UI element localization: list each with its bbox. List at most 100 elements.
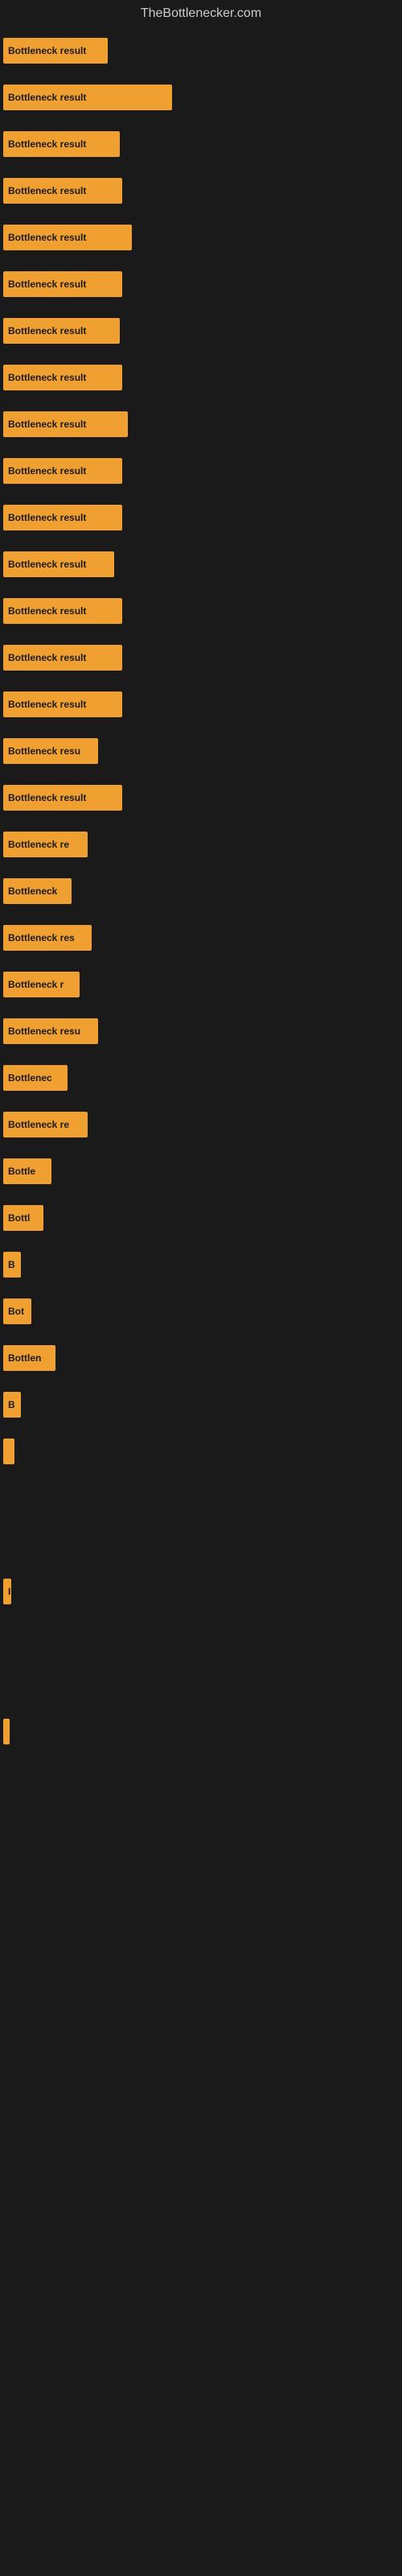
bottleneck-bar[interactable]: B: [3, 1252, 21, 1278]
bar-row: Bottleneck result: [0, 308, 402, 354]
bar-label: Bottleneck result: [8, 232, 86, 243]
bottleneck-bar[interactable]: Bottleneck re: [3, 1112, 88, 1137]
bar-row: Bottleneck result: [0, 681, 402, 728]
bottleneck-bar[interactable]: Bottlenec: [3, 1065, 68, 1091]
bottleneck-bar[interactable]: Bottle: [3, 1158, 51, 1184]
bar-row: Bottleneck result: [0, 214, 402, 261]
bar-row: Bottlenec: [0, 1055, 402, 1101]
bar-row: [0, 1475, 402, 1521]
bar-label: Bottleneck result: [8, 279, 86, 290]
bottleneck-bar[interactable]: Bottleneck result: [3, 785, 122, 811]
bar-row: B: [0, 1381, 402, 1428]
bar-label: Bottlenec: [8, 1072, 52, 1084]
bar-row: Bottleneck result: [0, 494, 402, 541]
bottleneck-bar[interactable]: Bottleneck result: [3, 318, 120, 344]
bar-row: [0, 1708, 402, 1755]
bar-row: Bottleneck result: [0, 448, 402, 494]
bottleneck-bar[interactable]: [3, 1439, 14, 1464]
bottleneck-bar[interactable]: Bottleneck result: [3, 365, 122, 390]
bar-row: Bottlen: [0, 1335, 402, 1381]
bar-label: Bottleneck res: [8, 932, 75, 943]
bar-label: Bottleneck result: [8, 465, 86, 477]
bottleneck-bar[interactable]: Bottleneck result: [3, 458, 122, 484]
bar-label: Bottleneck result: [8, 605, 86, 617]
bar-label: Bottleneck result: [8, 792, 86, 803]
bar-row: Bottleneck re: [0, 821, 402, 868]
bottleneck-bar[interactable]: Bottleneck r: [3, 972, 80, 997]
bar-row: Bottleneck result: [0, 774, 402, 821]
bottleneck-bar[interactable]: Bottleneck result: [3, 598, 122, 624]
bar-row: Bottleneck result: [0, 634, 402, 681]
bar-label: Bottleneck resu: [8, 745, 80, 757]
bottleneck-bar[interactable]: Bottleneck res: [3, 925, 92, 951]
bar-row: Bottleneck result: [0, 261, 402, 308]
bar-row: Bottleneck result: [0, 541, 402, 588]
bar-label: Bottleneck result: [8, 699, 86, 710]
bar-label: Bottleneck result: [8, 45, 86, 56]
bottleneck-bar[interactable]: Bottleneck result: [3, 645, 122, 671]
bottleneck-bar[interactable]: Bottleneck resu: [3, 1018, 98, 1044]
bar-row: Bottleneck result: [0, 588, 402, 634]
bar-row: Bottleneck r: [0, 961, 402, 1008]
bottleneck-bar[interactable]: Bottleneck re: [3, 832, 88, 857]
bar-label: Bottlen: [8, 1352, 41, 1364]
bottleneck-bar[interactable]: Bottleneck result: [3, 85, 172, 110]
bottleneck-bar[interactable]: Bottleneck result: [3, 38, 108, 64]
bar-label: Bottleneck result: [8, 185, 86, 196]
bar-row: Bottleneck result: [0, 74, 402, 121]
bottleneck-bar[interactable]: Bottleneck result: [3, 411, 128, 437]
bar-label: Bottl: [8, 1212, 30, 1224]
bar-row: Bottleneck: [0, 868, 402, 914]
bar-row: Bottleneck resu: [0, 728, 402, 774]
bar-label: B: [8, 1399, 15, 1410]
bottleneck-bar[interactable]: I: [3, 1579, 11, 1604]
bar-row: [0, 1615, 402, 1662]
bar-label: Bot: [8, 1306, 24, 1317]
bar-row: Bottleneck result: [0, 121, 402, 167]
bar-label: Bottleneck resu: [8, 1026, 80, 1037]
bar-row: Bottleneck resu: [0, 1008, 402, 1055]
bar-label: Bottleneck result: [8, 325, 86, 336]
bar-row: Bottleneck re: [0, 1101, 402, 1148]
site-title: TheBottlenecker.com: [0, 0, 402, 27]
bar-row: Bottleneck result: [0, 167, 402, 214]
bottleneck-bar[interactable]: Bottleneck result: [3, 691, 122, 717]
bottleneck-bar[interactable]: Bottleneck result: [3, 225, 132, 250]
bottleneck-bar[interactable]: Bottleneck result: [3, 271, 122, 297]
bar-label: Bottleneck re: [8, 839, 69, 850]
bar-label: Bottleneck: [8, 886, 57, 897]
bottleneck-bar[interactable]: Bottleneck result: [3, 178, 122, 204]
bar-row: B: [0, 1241, 402, 1288]
bottleneck-bar[interactable]: Bottleneck result: [3, 505, 122, 530]
bar-row: Bottle: [0, 1148, 402, 1195]
bar-label: Bottleneck result: [8, 372, 86, 383]
bar-label: Bottleneck result: [8, 559, 86, 570]
bottleneck-bar[interactable]: [3, 1719, 10, 1744]
bottleneck-bar[interactable]: Bottleneck result: [3, 551, 114, 577]
bar-row: Bottl: [0, 1195, 402, 1241]
bottleneck-bar[interactable]: Bottleneck resu: [3, 738, 98, 764]
bar-row: Bot: [0, 1288, 402, 1335]
bar-label: Bottleneck result: [8, 419, 86, 430]
bar-label: B: [8, 1259, 15, 1270]
bar-row: [0, 1662, 402, 1708]
bar-label: Bottleneck result: [8, 92, 86, 103]
bar-label: Bottleneck result: [8, 138, 86, 150]
bottleneck-bar[interactable]: Bottl: [3, 1205, 43, 1231]
bar-row: I: [0, 1568, 402, 1615]
bar-row: Bottleneck result: [0, 401, 402, 448]
bottleneck-bar[interactable]: Bottlen: [3, 1345, 55, 1371]
bar-row: [0, 1428, 402, 1475]
bar-label: Bottleneck result: [8, 512, 86, 523]
bottleneck-bar[interactable]: Bottleneck result: [3, 131, 120, 157]
bar-label: Bottleneck re: [8, 1119, 69, 1130]
bar-label: Bottleneck result: [8, 652, 86, 663]
bar-label: Bottle: [8, 1166, 35, 1177]
bottleneck-bar[interactable]: Bot: [3, 1298, 31, 1324]
bar-row: Bottleneck result: [0, 27, 402, 74]
bottleneck-bar[interactable]: Bottleneck: [3, 878, 72, 904]
bar-label: I: [8, 1586, 10, 1597]
bottleneck-bar[interactable]: B: [3, 1392, 21, 1418]
bar-row: Bottleneck res: [0, 914, 402, 961]
bar-row: [0, 1521, 402, 1568]
